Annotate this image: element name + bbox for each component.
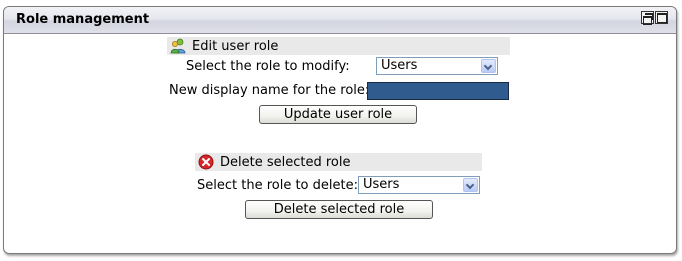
chevron-down-icon[interactable] <box>463 178 478 192</box>
role-to-delete-value: Users <box>363 177 400 192</box>
edit-role-heading: Edit user role <box>167 37 510 55</box>
maximize-icon[interactable] <box>655 11 668 24</box>
panel-titlebar: Role management <box>4 7 676 34</box>
edit-role-heading-text: Edit user role <box>192 38 279 54</box>
new-display-name-label: New display name for the role: <box>169 83 370 98</box>
delete-selected-role-button[interactable]: Delete selected role <box>245 200 433 219</box>
panel-title: Role management <box>16 12 150 27</box>
delete-x-icon <box>198 154 214 170</box>
chevron-down-icon[interactable] <box>481 59 496 73</box>
role-to-modify-value: Users <box>381 58 418 73</box>
users-icon <box>170 38 186 54</box>
delete-role-heading-text: Delete selected role <box>220 154 351 170</box>
role-to-delete-select[interactable]: Users <box>358 176 480 194</box>
select-role-to-delete-label: Select the role to delete: <box>197 178 358 193</box>
select-role-to-modify-label: Select the role to modify: <box>186 59 350 74</box>
delete-role-heading: Delete selected role <box>195 153 482 171</box>
role-to-modify-select[interactable]: Users <box>376 57 498 75</box>
new-display-name-input[interactable] <box>367 82 509 100</box>
role-management-panel: Role management Edit user role Select th… <box>3 6 677 254</box>
update-user-role-button[interactable]: Update user role <box>259 105 417 124</box>
window-controls <box>641 11 668 25</box>
restore-icon[interactable] <box>641 11 654 25</box>
